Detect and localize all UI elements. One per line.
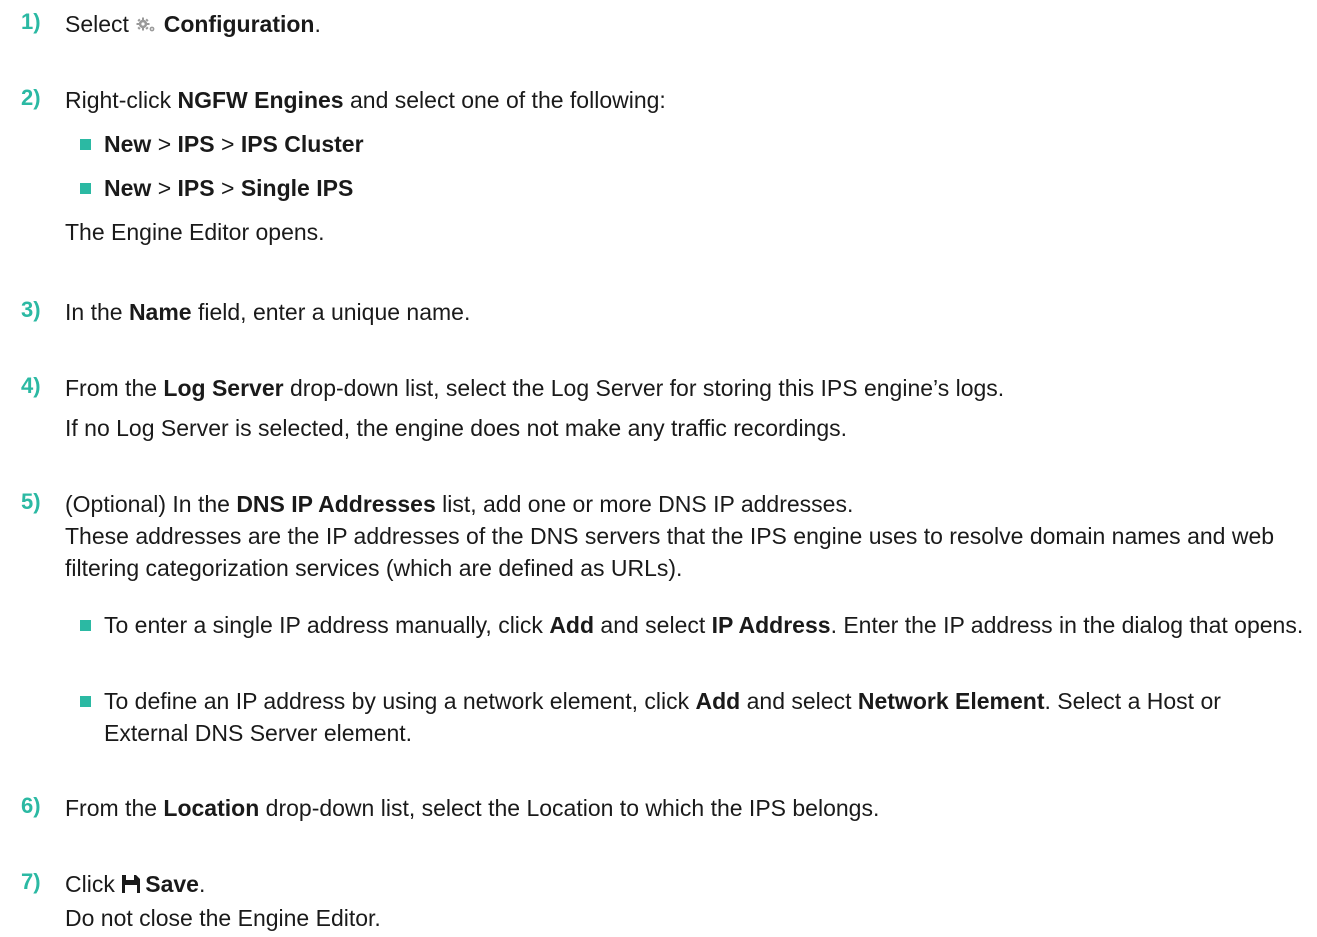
option-2-sep-1: > — [157, 175, 172, 201]
step-4-text: From the Log Server drop-down list, sele… — [65, 372, 1004, 404]
bullet-2-bold-1: Add — [695, 688, 741, 714]
step-6-bold: Location — [163, 795, 260, 821]
step-1-suffix: . — [314, 11, 321, 37]
step-1-number: 1) — [21, 9, 41, 34]
step-5-bullet-2: To define an IP address by using a netwo… — [104, 685, 1309, 749]
bullet-marker — [80, 139, 91, 150]
step-2-post: and select one of the following: — [349, 87, 666, 113]
bullet-1-text-1: To enter a single IP address manually, c… — [104, 612, 543, 638]
step-7-suffix: . — [198, 871, 206, 897]
bullet-marker — [80, 620, 91, 631]
bullet-marker — [80, 183, 91, 194]
option-2-sep-2: > — [220, 175, 235, 201]
bullet-2-text-2: and select — [746, 688, 852, 714]
step-7-pre: Click — [65, 871, 115, 897]
step-6-pre: From the — [65, 795, 158, 821]
option-1-part-a: New — [104, 131, 152, 157]
bullet-1-bold-2: IP Address — [711, 612, 831, 638]
step-1-bold: Configuration — [163, 11, 315, 37]
step-7-bold: Save — [145, 871, 199, 897]
bullet-2-bold-2: Network Element — [857, 688, 1045, 714]
option-2-part-c: Single IPS — [240, 175, 354, 201]
step-3-text: In the Name field, enter a unique name. — [65, 296, 470, 328]
step-3-post: field, enter a unique name. — [197, 299, 471, 325]
step-5-number: 5) — [21, 489, 41, 514]
step-2-number: 2) — [21, 85, 41, 110]
step-6-text: From the Location drop-down list, select… — [65, 792, 879, 824]
option-2-part-b: IPS — [177, 175, 215, 201]
step-7-note: Do not close the Engine Editor. — [65, 905, 381, 931]
bullet-1-text-3: . Enter the IP address in the dialog tha… — [830, 612, 1304, 638]
step-2-result: The Engine Editor opens. — [65, 219, 325, 245]
step-5-note: These addresses are the IP addresses of … — [65, 523, 1275, 581]
step-5-pre: (Optional) In the — [65, 491, 230, 517]
step-3-bold: Name — [128, 299, 192, 325]
bullet-1-bold-1: Add — [549, 612, 595, 638]
step-2-option-1: New > IPS > IPS Cluster — [104, 128, 364, 160]
step-4-pre: From the — [65, 375, 158, 401]
step-2-bold: NGFW Engines — [177, 87, 344, 113]
step-6-post: drop-down list, select the Location to w… — [265, 795, 880, 821]
option-2-part-a: New — [104, 175, 152, 201]
option-1-part-c: IPS Cluster — [240, 131, 364, 157]
bullet-2-text-1: To define an IP address by using a netwo… — [104, 688, 690, 714]
option-1-sep-1: > — [157, 131, 172, 157]
bullet-1-text-2: and select — [600, 612, 706, 638]
step-7-text: Click Save. — [65, 868, 205, 900]
step-6-number: 6) — [21, 793, 41, 818]
step-2-option-2: New > IPS > Single IPS — [104, 172, 353, 204]
gear-icon — [135, 10, 157, 32]
step-2-text: Right-click NGFW Engines and select one … — [65, 84, 666, 116]
save-icon — [121, 870, 141, 893]
step-4-note: If no Log Server is selected, the engine… — [65, 415, 848, 441]
step-7-number: 7) — [21, 869, 41, 894]
step-5-post: list, add one or more DNS IP addresses. — [442, 491, 854, 517]
step-3-pre: In the — [65, 299, 123, 325]
step-5-bold: DNS IP Addresses — [236, 491, 436, 517]
step-1-prefix: Select — [65, 11, 129, 37]
option-1-part-b: IPS — [177, 131, 215, 157]
step-3-number: 3) — [21, 297, 41, 322]
option-1-sep-2: > — [220, 131, 235, 157]
step-4-number: 4) — [21, 373, 41, 398]
step-4-post: drop-down list, select the Log Server fo… — [289, 375, 1005, 401]
step-2-pre: Right-click — [65, 87, 172, 113]
step-5-text: (Optional) In the DNS IP Addresses list,… — [65, 488, 853, 520]
bullet-marker — [80, 696, 91, 707]
step-4-bold: Log Server — [163, 375, 284, 401]
step-1-text: Select Configuration. — [65, 8, 321, 40]
step-5-bullet-1: To enter a single IP address manually, c… — [104, 609, 1309, 641]
